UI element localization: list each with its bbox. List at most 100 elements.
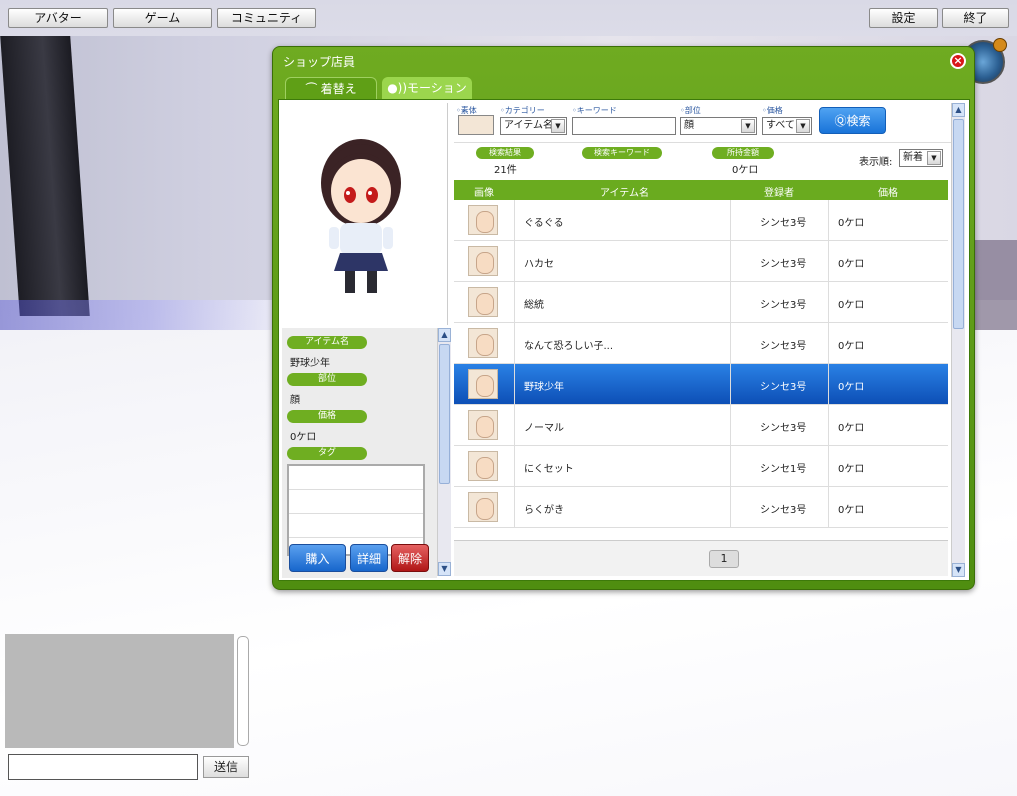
face-thumbnail-icon xyxy=(468,410,498,440)
shop-panel: アイテム名 野球少年 部位 顔 価格 0ケロ タグ ▲ ▼ 購入 詳細 解除 ◦… xyxy=(278,99,970,581)
cell-divider xyxy=(514,200,515,241)
cell-divider xyxy=(514,364,515,405)
part-label: 部位 xyxy=(684,106,701,115)
item-name-cell: 野球少年 xyxy=(524,382,564,393)
close-icon[interactable]: × xyxy=(950,53,966,69)
price-label: 価格 xyxy=(766,106,783,115)
cell-divider xyxy=(514,282,515,323)
table-row[interactable]: ハカセ シンセ3号 0ケロ xyxy=(454,241,948,282)
remove-button[interactable]: 解除 xyxy=(391,544,429,572)
page-number-button[interactable]: 1 xyxy=(709,550,739,568)
tab-dress-up[interactable]: ⏜ 着替え xyxy=(285,77,377,99)
face-thumbnail-icon xyxy=(468,492,498,522)
detail-button[interactable]: 詳細 xyxy=(350,544,388,572)
item-name-cell: 総統 xyxy=(524,300,544,311)
sort-label: 表示順: xyxy=(859,157,893,168)
item-name-cell: ぐるぐる xyxy=(524,218,564,229)
item-name-cell: らくがき xyxy=(524,505,564,516)
settings-button[interactable]: 設定 xyxy=(869,8,938,28)
table-row[interactable]: 総統 シンセ3号 0ケロ xyxy=(454,282,948,323)
cell-divider xyxy=(730,405,731,446)
scroll-up-icon[interactable]: ▲ xyxy=(952,103,965,117)
cell-divider xyxy=(730,241,731,282)
window-title: ショップ店員 xyxy=(283,55,356,69)
scroll-thumb[interactable] xyxy=(439,344,450,484)
chat-scrollbar[interactable] xyxy=(237,636,249,746)
scroll-up-icon[interactable]: ▲ xyxy=(438,328,451,342)
item-name-cell: にくセット xyxy=(524,464,574,475)
body-label: 素体 xyxy=(460,106,477,115)
table-row[interactable]: ノーマル シンセ3号 0ケロ xyxy=(454,405,948,446)
cell-divider xyxy=(514,446,515,487)
scroll-down-icon[interactable]: ▼ xyxy=(952,563,965,577)
col-price: 価格 xyxy=(878,188,898,199)
cell-divider xyxy=(730,200,731,241)
chat-input[interactable] xyxy=(8,754,198,780)
price-cell: 0ケロ xyxy=(838,423,865,434)
scroll-down-icon[interactable]: ▼ xyxy=(438,562,451,576)
game-menu-button[interactable]: ゲーム xyxy=(113,8,212,28)
item-name-cell: ノーマル xyxy=(524,423,564,434)
tag-list[interactable] xyxy=(287,464,425,556)
item-name-cell: ハカセ xyxy=(524,259,554,270)
cell-divider xyxy=(730,446,731,487)
balance-label: 所持金額 xyxy=(712,147,774,159)
body-thumbnail[interactable] xyxy=(458,115,494,135)
send-button[interactable]: 送信 xyxy=(203,756,249,778)
avatar-figure xyxy=(321,139,401,293)
registrant-cell: シンセ3号 xyxy=(760,259,807,270)
cell-divider xyxy=(514,487,515,528)
keyword-input[interactable] xyxy=(572,117,676,135)
face-thumbnail-icon xyxy=(468,328,498,358)
detail-scrollbar[interactable]: ▲ ▼ xyxy=(437,328,451,576)
table-row[interactable]: ぐるぐる シンセ3号 0ケロ xyxy=(454,200,948,241)
search-filters: ◦素体 ◦カテゴリー アイテム名 ▼ ◦キーワード ◦部位 顔 ▼ ◦価格 すべ… xyxy=(454,103,954,139)
price-cell: 0ケロ xyxy=(838,218,865,229)
part-select[interactable]: 顔 ▼ xyxy=(680,117,757,135)
category-select[interactable]: アイテム名 ▼ xyxy=(500,117,567,135)
cell-divider xyxy=(828,364,829,405)
face-thumbnail-icon xyxy=(468,205,498,235)
cell-divider xyxy=(730,364,731,405)
cell-divider xyxy=(828,282,829,323)
hanger-icon: ⏜ xyxy=(305,82,321,96)
sort-value: 新着 xyxy=(903,152,923,163)
avatar-menu-button[interactable]: アバター xyxy=(8,8,108,28)
table-row[interactable]: らくがき シンセ3号 0ケロ xyxy=(454,487,948,528)
price-select[interactable]: すべて ▼ xyxy=(762,117,812,135)
keyword-label: キーワード xyxy=(576,106,617,115)
chevron-down-icon: ▼ xyxy=(551,119,565,133)
price-cell: 0ケロ xyxy=(838,505,865,516)
detail-tag-label: タグ xyxy=(287,447,367,460)
table-row[interactable]: 野球少年 シンセ3号 0ケロ xyxy=(454,364,948,405)
search-button[interactable]: Ⓠ検索 xyxy=(819,107,886,134)
registrant-cell: シンセ3号 xyxy=(760,423,807,434)
tab-motion[interactable]: ●))モーション xyxy=(382,77,472,99)
registrant-cell: シンセ3号 xyxy=(760,382,807,393)
result-count-value: 21件 xyxy=(494,165,517,176)
community-menu-button[interactable]: コミュニティ xyxy=(217,8,316,28)
exit-button[interactable]: 終了 xyxy=(942,8,1009,28)
table-row[interactable]: なんて恐ろしい子... シンセ3号 0ケロ xyxy=(454,323,948,364)
price-cell: 0ケロ xyxy=(838,300,865,311)
detail-price-label: 価格 xyxy=(287,410,367,423)
face-thumbnail-icon xyxy=(468,287,498,317)
cell-divider xyxy=(828,446,829,487)
tab-motion-label: ●))モーション xyxy=(387,81,467,95)
buy-button[interactable]: 購入 xyxy=(289,544,346,572)
cell-divider xyxy=(828,405,829,446)
scroll-thumb[interactable] xyxy=(953,119,964,329)
sort-select[interactable]: 新着 ▼ xyxy=(899,149,943,167)
detail-part-value: 顔 xyxy=(290,395,300,406)
search-summary: 検索結果 21件 検索キーワード 所持金額 0ケロ 表示順: 新着 ▼ xyxy=(454,142,954,178)
cell-divider xyxy=(514,323,515,364)
table-row[interactable]: にくセット シンセ1号 0ケロ xyxy=(454,446,948,487)
table-scrollbar[interactable]: ▲ ▼ xyxy=(951,103,965,577)
shop-window: ショップ店員 × ⏜ 着替え ●))モーション アイテム名 野球少年 部位 顔 … xyxy=(272,46,975,590)
detail-item-name-value: 野球少年 xyxy=(290,358,330,369)
col-registrant: 登録者 xyxy=(764,188,794,199)
face-thumbnail-icon xyxy=(468,369,498,399)
cell-divider xyxy=(514,405,515,446)
chevron-down-icon: ▼ xyxy=(927,151,941,165)
detail-item-name-label: アイテム名 xyxy=(287,336,367,349)
